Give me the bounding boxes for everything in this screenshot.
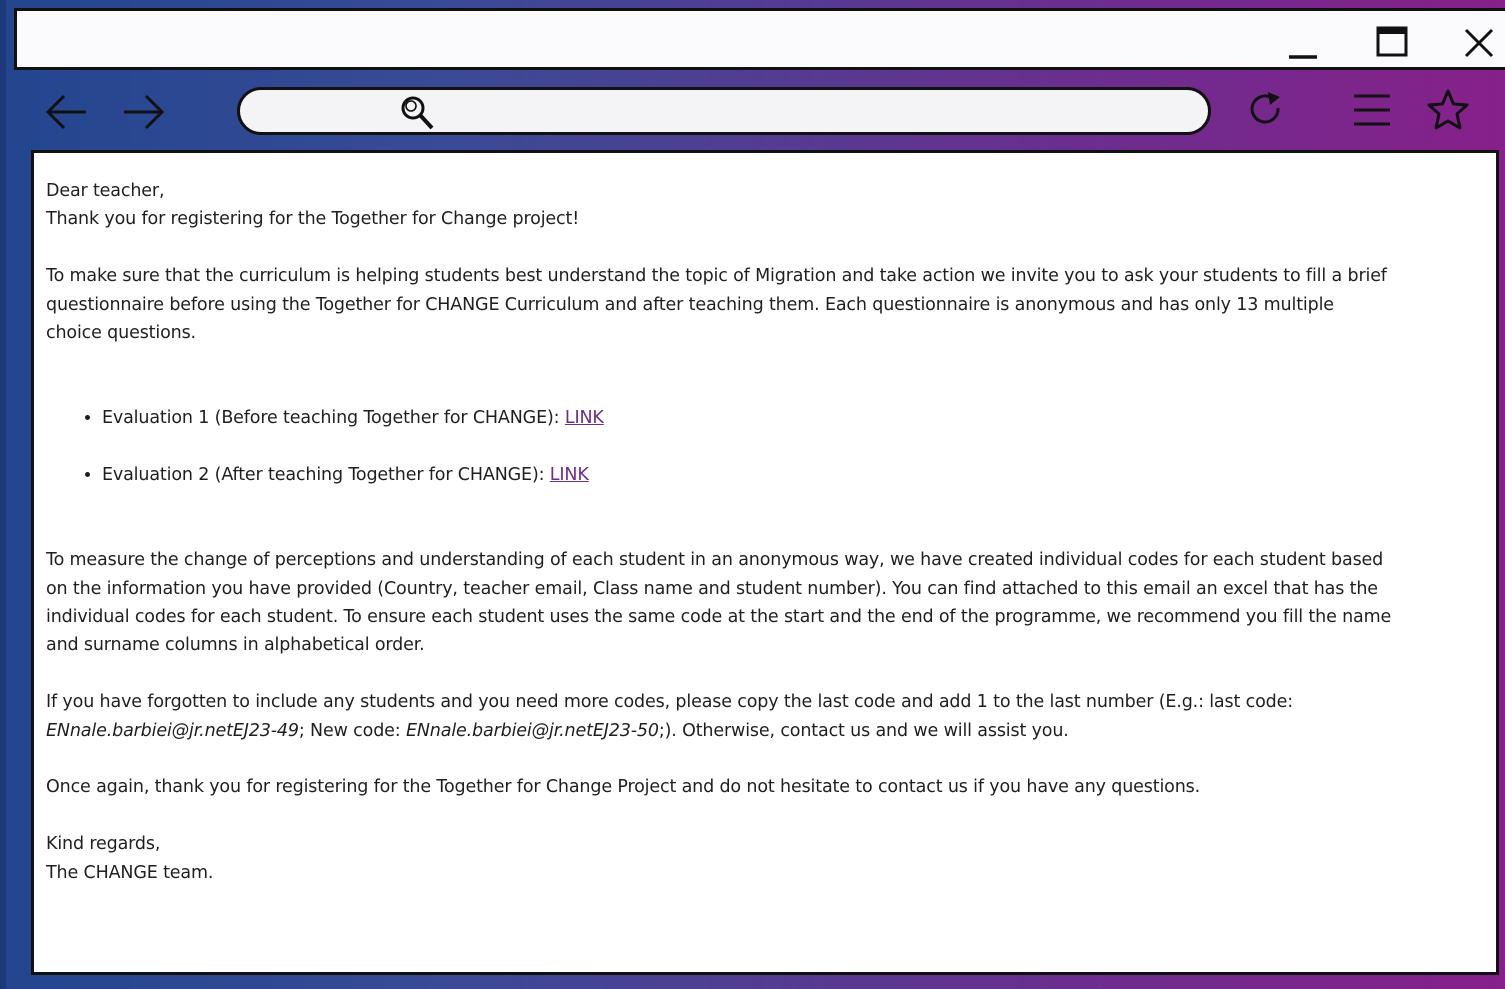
intro-line: To make sure that the curriculum is help… xyxy=(46,266,1387,287)
minimize-icon[interactable] xyxy=(1283,23,1323,63)
close-icon[interactable] xyxy=(1459,23,1499,63)
list-item: Evaluation 1 (Before teaching Together f… xyxy=(102,404,1496,432)
email-content: Dear teacher, Thank you for registering … xyxy=(31,150,1499,975)
star-icon[interactable] xyxy=(1426,88,1470,132)
example-codes-line: ENnale.barbiei@jr.netEJ23-49; New code: … xyxy=(46,717,1496,745)
example-last-code: ENnale.barbiei@jr.netEJ23-49 xyxy=(46,720,299,741)
codes-line: individual codes for each student. To en… xyxy=(46,607,1392,628)
arrow-left-icon[interactable] xyxy=(42,90,90,130)
example-new-code: ENnale.barbiei@jr.netEJ23-50 xyxy=(405,720,659,741)
browser-toolbar xyxy=(6,70,1505,150)
hamburger-menu-icon[interactable] xyxy=(1350,88,1394,132)
address-input[interactable] xyxy=(440,98,1164,126)
codes-line: on the information you have provided (Co… xyxy=(46,578,1378,599)
signature: The CHANGE team. xyxy=(46,862,214,883)
closing-line: Once again, thank you for registering fo… xyxy=(46,777,1201,798)
maximize-icon[interactable] xyxy=(1373,23,1413,63)
list-item: Evaluation 2 (After teaching Together fo… xyxy=(102,461,1496,489)
address-bar[interactable] xyxy=(237,87,1211,135)
evaluation-1-label: Evaluation 1 (Before teaching Together f… xyxy=(102,407,565,428)
thanks-line: Thank you for registering for the Togeth… xyxy=(46,209,580,230)
search-icon xyxy=(398,94,436,132)
greeting: Dear teacher, xyxy=(46,181,165,201)
forgotten-tail: ;). Otherwise, contact us and we will as… xyxy=(658,720,1069,741)
evaluation-2-label: Evaluation 2 (After teaching Together fo… xyxy=(102,464,550,485)
reload-icon[interactable] xyxy=(1244,88,1288,132)
codes-line: and surname columns in alphabetical orde… xyxy=(46,635,425,656)
signoff: Kind regards, xyxy=(46,834,161,855)
new-code-label: ; New code: xyxy=(298,720,406,741)
intro-line: questionnaire before using the Together … xyxy=(46,294,1334,315)
intro-line: choice questions. xyxy=(46,323,196,344)
title-bar xyxy=(14,8,1505,70)
browser-window: Dear teacher, Thank you for registering … xyxy=(0,0,1505,989)
codes-line: To measure the change of perceptions and… xyxy=(46,550,1384,571)
arrow-right-icon[interactable] xyxy=(120,90,168,130)
email-body: Dear teacher, Thank you for registering … xyxy=(46,177,1496,887)
evaluation-list: Evaluation 1 (Before teaching Together f… xyxy=(46,404,1496,489)
forgotten-line: If you have forgotten to include any stu… xyxy=(46,692,1293,713)
evaluation-2-link[interactable]: LINK xyxy=(550,465,589,485)
evaluation-1-link[interactable]: LINK xyxy=(565,408,604,428)
